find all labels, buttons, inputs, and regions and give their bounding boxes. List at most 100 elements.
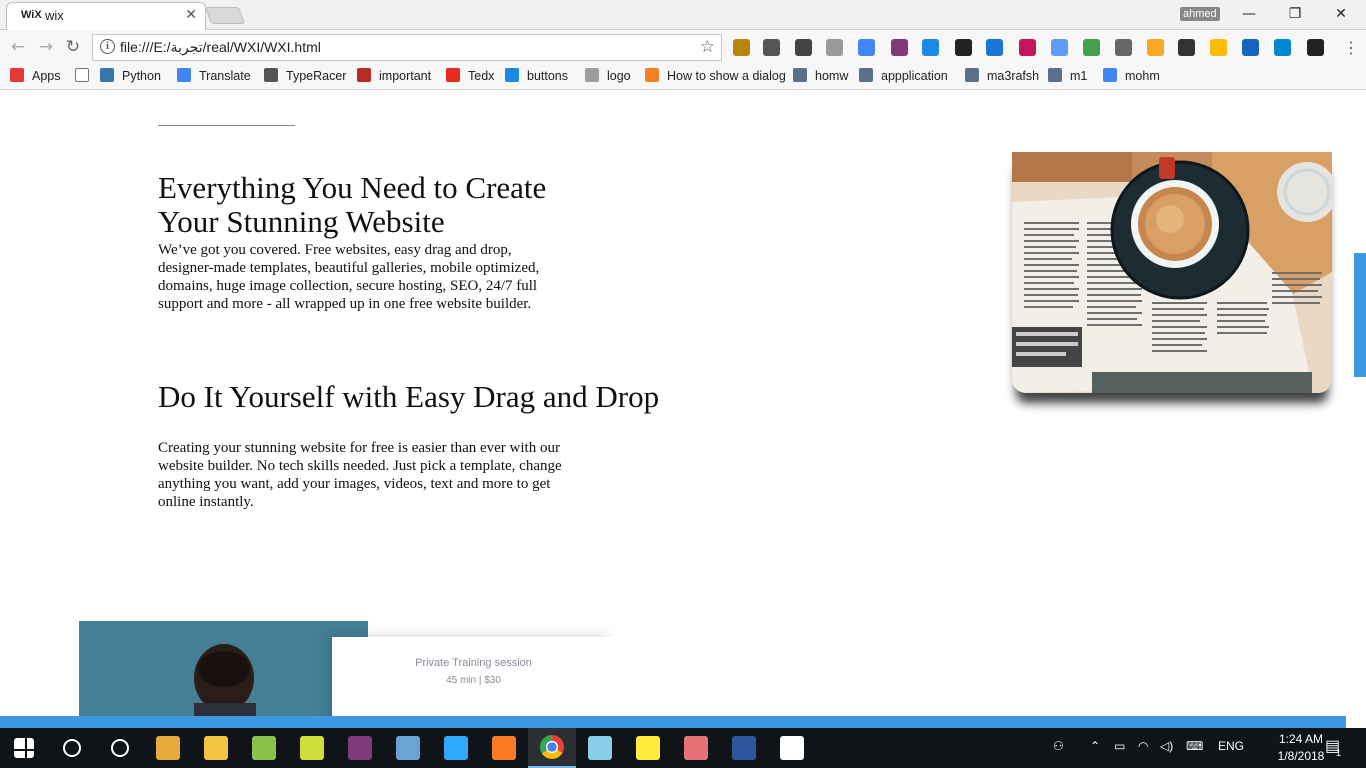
file-explorer-icon <box>204 736 228 760</box>
taskbar-cortana[interactable] <box>96 728 144 768</box>
taskbar-windows-start[interactable] <box>0 728 48 768</box>
taskbar-word[interactable] <box>720 728 768 768</box>
bookmarks-icon[interactable] <box>733 39 750 56</box>
site-info-icon[interactable]: i <box>100 39 115 54</box>
bookmark-item[interactable] <box>75 68 97 83</box>
bookmark-item[interactable]: Python <box>100 68 161 83</box>
bookmark-label: Tedx <box>468 69 495 83</box>
bookmark-label: homw <box>815 69 849 83</box>
new-badge-icon[interactable] <box>922 39 939 56</box>
notes-icon <box>588 736 612 760</box>
bookmark-item[interactable]: How to show a dialog <box>645 68 786 83</box>
notification-count: 1 <box>1336 748 1342 758</box>
taskbar-notepad[interactable] <box>288 728 336 768</box>
training-promo-section: Private Training session 45 min | $30 <box>79 621 615 717</box>
bookmark-item[interactable]: appplication <box>859 68 948 83</box>
volume-icon[interactable]: ◁) <box>1160 739 1173 753</box>
taskbar-search[interactable] <box>48 728 96 768</box>
taskbar-image[interactable] <box>768 728 816 768</box>
bookmark-label: ma3rafsh <box>987 69 1040 83</box>
bookmark-label: TypeRacer <box>286 69 347 83</box>
apps-grid-icon <box>10 68 24 82</box>
bookmark-item[interactable]: ma3rafsh <box>965 68 1039 83</box>
back-button[interactable]: ← <box>8 37 28 57</box>
window-icon[interactable] <box>1242 39 1259 56</box>
chevron-up-icon[interactable]: ⌃ <box>1090 739 1100 753</box>
man-portrait-image <box>79 621 368 717</box>
bookmark-item[interactable]: Apps <box>10 68 61 83</box>
page-scrollbar-thumb[interactable] <box>1354 253 1366 377</box>
m-icon <box>505 68 519 82</box>
color-wheel-icon[interactable] <box>1083 39 1100 56</box>
eyedropper-icon[interactable] <box>1115 39 1132 56</box>
bookmark-item[interactable]: important <box>357 68 431 83</box>
photos-icon <box>396 736 420 760</box>
forward-button[interactable]: → <box>36 37 56 57</box>
taskbar-sticky-notes[interactable] <box>624 728 672 768</box>
chrome-icon <box>540 735 564 759</box>
taskbar-notes[interactable] <box>576 728 624 768</box>
new-badge-icon[interactable] <box>986 39 1003 56</box>
bookmark-item[interactable]: mohm <box>1103 68 1160 83</box>
image-icon <box>780 736 804 760</box>
paint-icon <box>684 736 708 760</box>
dropbox-icon[interactable] <box>826 39 843 56</box>
taskbar-file-explorer[interactable] <box>192 728 240 768</box>
browser-tab[interactable]: WiX wix ✕ <box>6 2 206 30</box>
close-window-button[interactable]: ✕ <box>1318 3 1364 25</box>
film-icon[interactable] <box>955 39 972 56</box>
taskbar-photos[interactable] <box>384 728 432 768</box>
battery-icon[interactable]: ▭ <box>1114 739 1125 753</box>
docs-icon <box>1103 68 1117 82</box>
taskbar-xampp[interactable] <box>480 728 528 768</box>
language-indicator[interactable]: ENG <box>1218 739 1244 753</box>
taskbar-photoshop[interactable] <box>432 728 480 768</box>
bookmark-label: How to show a dialog <box>667 69 786 83</box>
training-session-card[interactable]: Private Training session 45 min | $30 <box>332 637 615 717</box>
taskbar-clock[interactable]: 1:24 AM 1/8/2018 <box>1276 731 1326 765</box>
taskbar-android[interactable] <box>240 728 288 768</box>
onenote-icon[interactable] <box>891 39 908 56</box>
keyboard-icon[interactable]: ⌨ <box>1186 739 1203 753</box>
people-icon[interactable]: ⚇ <box>1053 739 1064 753</box>
python-icon <box>100 68 114 82</box>
bookmark-item[interactable]: TypeRacer <box>264 68 346 83</box>
taskbar-chrome[interactable] <box>528 728 576 768</box>
shield-icon[interactable] <box>1307 39 1324 56</box>
s-icon[interactable] <box>1274 39 1291 56</box>
close-tab-icon[interactable]: ✕ <box>185 7 197 23</box>
lightbulb-icon[interactable] <box>795 39 812 56</box>
taskbar-paint[interactable] <box>672 728 720 768</box>
bookmark-star-icon[interactable]: ☆ <box>700 37 715 57</box>
taskbar-onenote[interactable] <box>336 728 384 768</box>
m-icon[interactable] <box>1147 39 1164 56</box>
new-tab-button[interactable] <box>204 7 246 24</box>
url-text[interactable]: file:///E:/تجربة/real/WXI/WXI.html <box>120 39 321 56</box>
menu-icon[interactable]: ⋮ <box>1343 38 1359 57</box>
paint-icon[interactable] <box>1019 39 1036 56</box>
page-viewport: Everything You Need to Create Your Stunn… <box>0 91 1366 717</box>
evernote-icon[interactable] <box>1178 39 1195 56</box>
camera-icon[interactable] <box>763 39 780 56</box>
minimize-button[interactable]: — <box>1226 3 1272 25</box>
address-bar[interactable]: i file:///E:/تجربة/real/WXI/WXI.html ☆ <box>92 34 722 61</box>
bookmark-item[interactable]: homw <box>793 68 848 83</box>
bookmark-item[interactable]: buttons <box>505 68 568 83</box>
translate-icon[interactable] <box>858 39 875 56</box>
wifi-icon[interactable]: ◠ <box>1138 739 1148 753</box>
reload-button[interactable]: ↻ <box>63 37 83 57</box>
heading-drag-and-drop: Do It Yourself with Easy Drag and Drop <box>158 379 660 414</box>
restore-button[interactable]: ❐ <box>1272 3 1318 25</box>
bookmark-item[interactable]: logo <box>585 68 631 83</box>
bookmark-label: appplication <box>881 69 948 83</box>
bookmark-item[interactable]: Tedx <box>446 68 494 83</box>
bookmark-label: m1 <box>1070 69 1088 83</box>
drive-icon[interactable] <box>1210 39 1227 56</box>
bookmark-label: important <box>379 69 432 83</box>
bookmark-item[interactable]: Translate <box>177 68 251 83</box>
taskbar-store[interactable] <box>144 728 192 768</box>
photoshop-icon <box>444 736 468 760</box>
bookmark-item[interactable]: m1 <box>1048 68 1087 83</box>
download-icon[interactable] <box>1051 39 1068 56</box>
profile-button[interactable]: ahmed <box>1180 7 1220 21</box>
